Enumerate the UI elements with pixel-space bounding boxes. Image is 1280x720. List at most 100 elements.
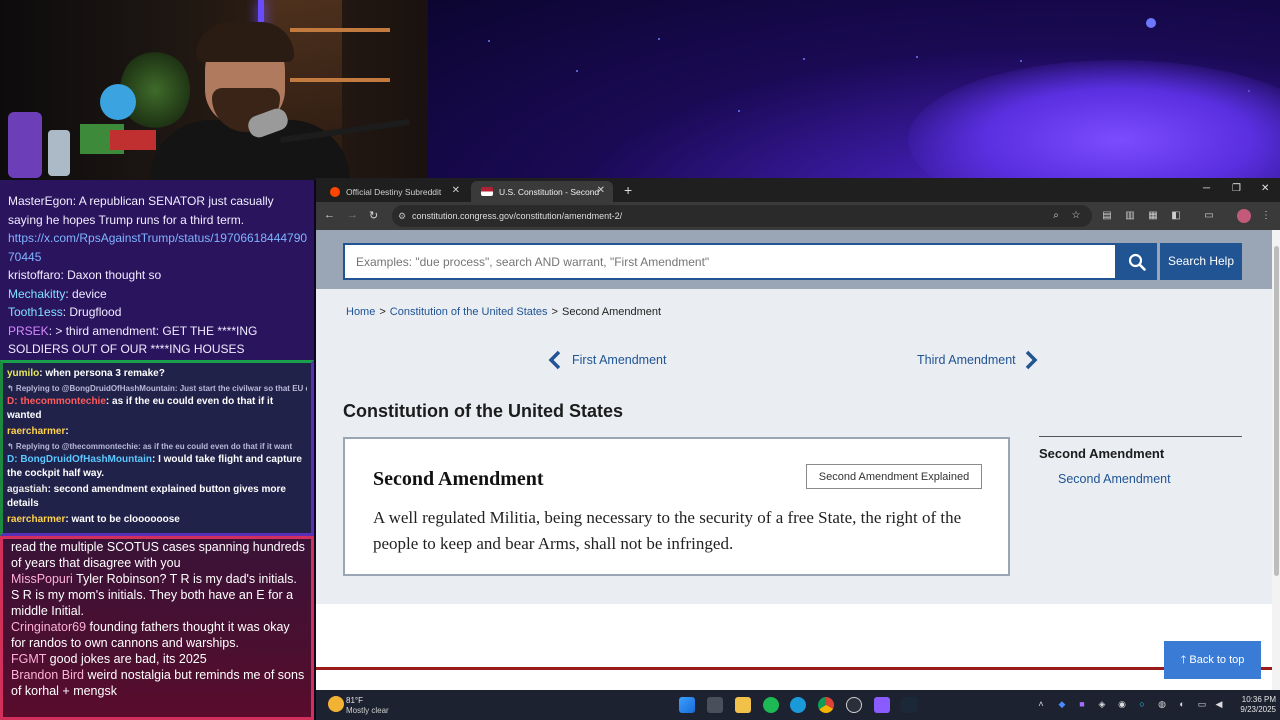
network-icon[interactable]: ▭ (1197, 699, 1207, 709)
close-window-button[interactable]: ✕ (1261, 183, 1269, 194)
tab-reddit[interactable]: Official Destiny Subreddit ✕ (320, 181, 468, 202)
volume-icon[interactable]: ◀ (1214, 699, 1224, 709)
steam-icon[interactable] (901, 697, 917, 713)
tray-app-icon[interactable]: ◍ (1157, 699, 1167, 709)
search-icon (1128, 253, 1146, 271)
chat-text: : (65, 426, 69, 437)
app-icon[interactable] (874, 697, 890, 713)
amendment-title: Second Amendment (373, 468, 544, 490)
webcam-bottle (8, 112, 42, 178)
sidebar-divider (1039, 436, 1242, 437)
new-tab-button[interactable]: + (624, 182, 632, 198)
bookmark-star-icon[interactable]: ☆ (1071, 211, 1081, 221)
chat-username: Brandon Bird (11, 668, 84, 682)
edge-icon[interactable] (790, 697, 806, 713)
webcam-figurine (100, 84, 136, 120)
chat-pane-secondary: yumilo: when persona 3 remake? ↰ Replyin… (0, 360, 314, 536)
weather-icon[interactable] (328, 696, 344, 712)
sidebar-link[interactable]: Second Amendment (1058, 472, 1171, 486)
tray-app-icon[interactable]: ◈ (1097, 699, 1107, 709)
url-field[interactable]: ⚙ constitution.congress.gov/constitution… (392, 205, 1092, 227)
nebula-cloud (908, 60, 1280, 180)
star (658, 38, 660, 40)
chat-reply-context: ↰ Replying to @thecommontechie: as if th… (7, 442, 293, 451)
chat-message: agastiah: second amendment explained but… (7, 483, 307, 511)
chat-username: PRSEK (8, 323, 49, 338)
scrollbar-thumb[interactable] (1274, 246, 1279, 576)
previous-amendment-link[interactable]: First Amendment (548, 350, 666, 370)
tray-app-icon[interactable]: ■ (1077, 699, 1087, 709)
zoom-icon[interactable]: ⌕ (1051, 211, 1061, 221)
clock-time[interactable]: 10:36 PM (1236, 695, 1276, 704)
chat-pane-primary: MasterEgon: A republican SENATOR just ca… (0, 180, 314, 360)
star (576, 70, 578, 72)
chat-text: : device (65, 286, 107, 301)
chat-reply-context: ↰ Replying to @BongDruidOfHashMountain: … (7, 384, 307, 393)
page-title: Constitution of the United States (343, 401, 623, 421)
chat-pane-tertiary: read the multiple SCOTUS cases spanning … (0, 536, 314, 720)
chat-username: MasterEgon (8, 194, 73, 208)
chat-message[interactable]: https://x.com/RpsAgainstTrump/status/197… (8, 229, 308, 266)
back-arrow-icon[interactable]: ← (324, 209, 335, 221)
reload-icon[interactable]: ↻ (369, 209, 378, 222)
chat-username: D: BongDruidOfHashMountain (7, 454, 152, 465)
star (1020, 60, 1022, 62)
tray-app-icon[interactable]: ◐ (1177, 699, 1187, 709)
chat-text: : Daxon thought so (60, 268, 162, 282)
weather-condition[interactable]: Mostly clear (346, 706, 389, 715)
extension-icon[interactable]: ▦ (1148, 211, 1158, 221)
chat-message: MasterEgon: A republican SENATOR just ca… (8, 192, 308, 229)
amendment-explained-button[interactable]: Second Amendment Explained (806, 464, 982, 489)
back-to-top-button[interactable]: 🡑 Back to top (1164, 641, 1261, 679)
chat-link[interactable]: https://x.com/RpsAgainstTrump/status/197… (8, 231, 307, 264)
chrome-icon[interactable] (818, 697, 834, 713)
breadcrumb-home-link[interactable]: Home (346, 306, 375, 318)
extension-icon[interactable]: ▥ (1125, 211, 1135, 221)
chat-message: yumilo: when persona 3 remake? (7, 367, 307, 381)
minimize-button[interactable]: ─ (1203, 183, 1210, 194)
chat-username: kristoffaro (8, 268, 61, 282)
forward-arrow-icon[interactable]: → (347, 209, 358, 221)
chat-text: good jokes are bad, its 2025 (46, 652, 207, 666)
chat-username: D: thecommontechie (7, 396, 106, 407)
site-info-icon[interactable]: ⚙ (398, 205, 406, 227)
reddit-icon (330, 186, 340, 197)
webcam-shelf (290, 28, 390, 32)
breadcrumb-separator: > (551, 306, 558, 318)
start-icon[interactable] (679, 697, 695, 713)
search-input[interactable] (343, 243, 1117, 280)
extension-icon[interactable]: ▤ (1102, 211, 1112, 221)
chat-message: Cringinator69 founding fathers thought i… (11, 619, 305, 651)
tray-app-icon[interactable]: ◆ (1057, 699, 1067, 709)
clock-date[interactable]: 9/23/2025 (1232, 705, 1276, 714)
sidebar-icon[interactable]: ▭ (1204, 211, 1214, 221)
maximize-button[interactable]: ❐ (1232, 183, 1241, 194)
breadcrumb: Home > Constitution of the United States > S… (346, 306, 661, 318)
tray-app-icon[interactable]: ○ (1137, 699, 1147, 709)
previous-amendment-label: First Amendment (572, 353, 667, 367)
task-view-icon[interactable] (707, 697, 723, 713)
breadcrumb-constitution-link[interactable]: Constitution of the United States (390, 306, 548, 318)
tray-app-icon[interactable]: ◉ (1117, 699, 1127, 709)
taskbar: 81°F Mostly clear ˄ ◆ ■ ◈ ◉ ○ ◍ ◐ ▭ ◀ 10… (316, 690, 1280, 720)
profile-avatar[interactable] (1237, 209, 1251, 223)
obs-icon[interactable] (846, 697, 862, 713)
puzzle-icon[interactable]: ◧ (1171, 211, 1181, 221)
chat-text: read the multiple SCOTUS cases spanning … (11, 540, 305, 570)
search-button[interactable] (1117, 243, 1157, 280)
webcam-feed (0, 0, 428, 180)
file-explorer-icon[interactable] (735, 697, 751, 713)
more-menu-icon[interactable]: ⋮ (1261, 211, 1271, 221)
screen: MasterEgon: A republican SENATOR just ca… (0, 0, 1280, 720)
star (803, 58, 805, 60)
chevron-up-icon[interactable]: ˄ (1036, 699, 1046, 709)
search-help-button[interactable]: Search Help (1160, 243, 1242, 280)
close-icon[interactable]: ✕ (597, 185, 605, 196)
next-amendment-link[interactable]: Third Amendment (917, 350, 1038, 370)
tab-label: U.S. Constitution - Second Amer (499, 186, 599, 197)
address-bar-row: ← → ↻ ⚙ constitution.congress.gov/consti… (316, 202, 1280, 230)
spotify-icon[interactable] (763, 697, 779, 713)
close-icon[interactable]: ✕ (452, 185, 460, 196)
weather-temperature[interactable]: 81°F (346, 696, 363, 705)
tab-constitution[interactable]: U.S. Constitution - Second Amer ✕ (471, 181, 613, 202)
